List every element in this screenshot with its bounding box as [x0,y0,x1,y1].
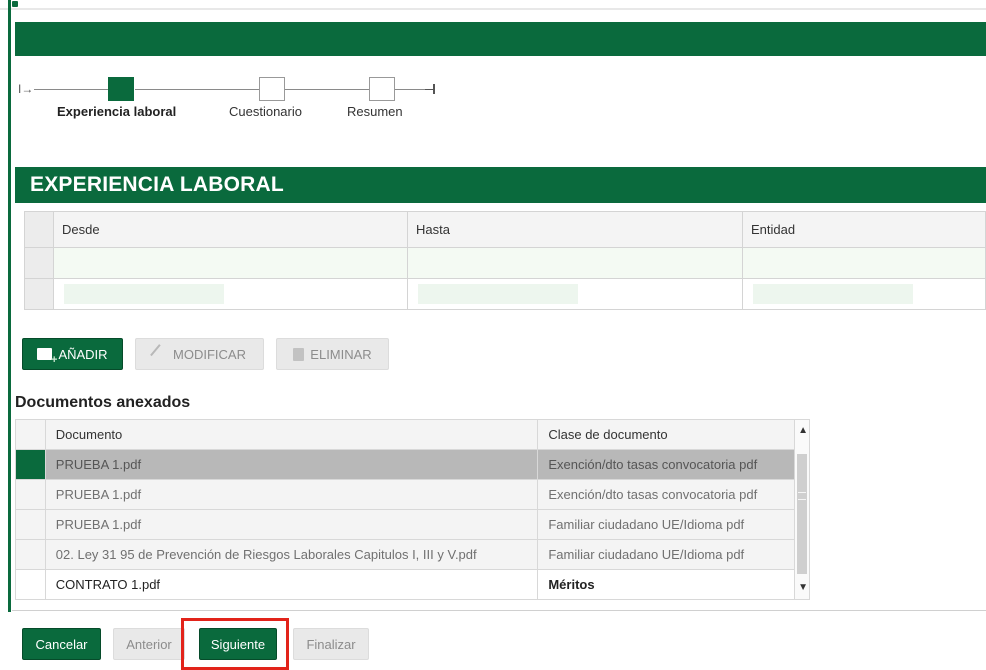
document-class: Méritos [537,569,796,600]
select-all-cell[interactable] [15,419,46,450]
step-experiencia-laboral[interactable] [108,77,134,101]
step-cuestionario[interactable] [259,77,285,101]
table-cell [53,247,408,279]
trash-icon [293,347,305,361]
row-selector[interactable] [15,479,46,510]
column-header-desde[interactable]: Desde [53,211,408,248]
step-label-experiencia-laboral: Experiencia laboral [57,104,177,119]
document-name: PRUEBA 1.pdf [44,509,539,540]
delete-button[interactable]: ELIMINAR [276,338,389,370]
scroll-thumb[interactable] [797,454,808,574]
pencil-icon [150,344,170,364]
document-name: CONTRATO 1.pdf [44,569,539,600]
add-button-label: AÑADIR [58,346,108,362]
stepper-start-icon: I→ [18,82,34,96]
cancel-button[interactable]: Cancelar [22,628,101,660]
scroll-up-icon[interactable]: ▲ [798,426,808,436]
row-selector[interactable] [15,569,46,600]
table-cell [407,278,743,310]
stepper-end-icon [425,82,435,96]
cell-placeholder [418,284,578,304]
column-header-entidad[interactable]: Entidad [742,211,986,248]
stepper-line [135,89,259,90]
document-name: PRUEBA 1.pdf [44,479,539,510]
document-class: Exención/dto tasas convocatoria pdf [537,479,796,510]
table-row[interactable]: CONTRATO 1.pdf Méritos [15,569,810,600]
row-selector[interactable] [15,509,46,540]
stepper-line [395,89,427,90]
document-class: Familiar ciudadano UE/Idioma pdf [537,509,796,540]
table-header-row: Documento Clase de documento ▲ ▼ [15,419,810,600]
section-title: EXPERIENCIA LABORAL [15,167,986,203]
column-header-documento[interactable]: Documento [44,419,539,450]
vertical-scrollbar[interactable]: ▲ ▼ [794,419,810,600]
step-label-cuestionario: Cuestionario [229,104,302,119]
footer-divider [12,610,986,611]
table-row[interactable] [24,278,986,310]
documents-table: Documento Clase de documento ▲ ▼ PRUEBA … [15,419,810,600]
document-name: PRUEBA 1.pdf [44,449,539,480]
stepper-line [34,89,108,90]
previous-button[interactable]: Anterior [113,628,185,660]
table-header-row: Desde Hasta Entidad [24,211,986,248]
table-cell [742,278,986,310]
modify-button-label: MODIFICAR [173,346,246,362]
row-selector[interactable] [24,278,54,310]
document-class: Exención/dto tasas convocatoria pdf [537,449,796,480]
document-class: Familiar ciudadano UE/Idioma pdf [537,539,796,570]
row-selector[interactable] [15,539,46,570]
add-button[interactable]: AÑADIR [22,338,123,370]
top-strip [0,0,986,10]
table-row[interactable]: PRUEBA 1.pdf Exención/dto tasas convocat… [15,479,810,510]
row-selector[interactable] [24,247,54,279]
select-all-cell[interactable] [24,211,54,248]
experience-table: Desde Hasta Entidad [24,211,986,310]
table-cell [53,278,408,310]
table-cell [742,247,986,279]
documents-title: Documentos anexados [15,394,191,411]
add-row-icon [37,348,57,366]
stepper-line [285,89,369,90]
table-row[interactable]: PRUEBA 1.pdf Familiar ciudadano UE/Idiom… [15,509,810,540]
table-row[interactable]: 02. Ley 31 95 de Prevención de Riesgos L… [15,539,810,570]
cell-placeholder [753,284,913,304]
app-corner-mark [12,1,18,7]
cell-placeholder [64,284,224,304]
header-bar [15,22,986,56]
finish-button[interactable]: Finalizar [293,628,369,660]
column-header-clase[interactable]: Clase de documento [537,419,796,450]
table-cell [407,247,743,279]
document-name: 02. Ley 31 95 de Prevención de Riesgos L… [44,539,539,570]
row-selector[interactable] [15,449,46,480]
table-row[interactable]: PRUEBA 1.pdf Exención/dto tasas convocat… [15,449,810,480]
step-resumen[interactable] [369,77,395,101]
step-label-resumen: Resumen [347,104,403,119]
next-button-highlight [181,618,289,670]
table-row[interactable] [24,247,986,279]
column-header-hasta[interactable]: Hasta [407,211,743,248]
scroll-grip-icon [798,492,807,500]
frame-left-border [8,0,11,612]
delete-button-label: ELIMINAR [310,346,372,362]
modify-button[interactable]: MODIFICAR [135,338,264,370]
scroll-down-icon[interactable]: ▼ [798,583,808,593]
